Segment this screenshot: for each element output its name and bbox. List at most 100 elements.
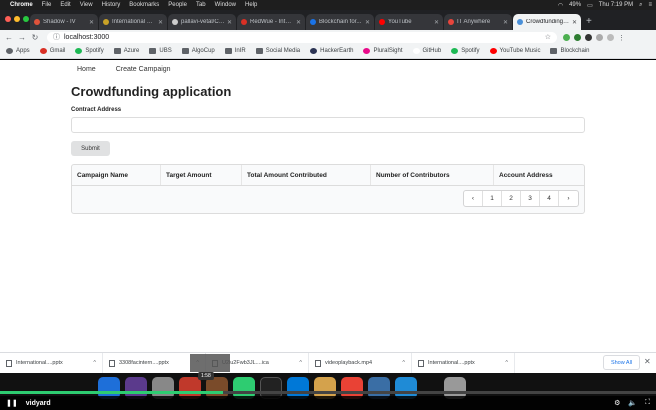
pagination-page-4[interactable]: 4	[540, 191, 559, 206]
extension-icon[interactable]	[596, 33, 603, 41]
nav-home-link[interactable]: Home	[77, 66, 96, 73]
back-icon[interactable]: ←	[4, 33, 14, 42]
tab-close-icon[interactable]: ✕	[365, 19, 370, 26]
search-icon[interactable]: ⌕	[639, 2, 642, 9]
menu-bookmarks[interactable]: Bookmarks	[129, 2, 159, 8]
menu-people[interactable]: People	[168, 2, 187, 8]
col-account-address[interactable]: Account Address	[494, 165, 584, 185]
close-window-button[interactable]	[5, 16, 11, 22]
browser-tab[interactable]: RedWue - Inter... ✕	[237, 14, 305, 30]
chevron-up-icon[interactable]: ^	[93, 360, 96, 366]
menu-tab[interactable]: Tab	[196, 2, 206, 8]
browser-tab[interactable]: Shadow - IV ✕	[30, 14, 98, 30]
pagination-page-1[interactable]: 1	[483, 191, 502, 206]
browser-tab[interactable]: pallavi-vetal/Cro... ✕	[168, 14, 236, 30]
bookmark-item[interactable]: Azure	[113, 48, 139, 54]
pagination-page-3[interactable]: 3	[521, 191, 540, 206]
wifi-icon[interactable]: ◠	[558, 2, 563, 9]
tab-close-icon[interactable]: ✕	[503, 19, 508, 26]
chevron-up-icon[interactable]: ^	[505, 360, 508, 366]
contract-address-label: Contract Address	[71, 107, 122, 113]
bookmark-item[interactable]: Social Media	[255, 48, 300, 54]
pagination-page-2[interactable]: 2	[502, 191, 521, 206]
bookmark-item[interactable]: Gmail	[39, 48, 65, 54]
profile-avatar[interactable]	[607, 33, 614, 41]
submit-button[interactable]: Submit	[71, 141, 110, 156]
menu-history[interactable]: History	[102, 2, 121, 8]
pluralsight-icon	[363, 48, 371, 54]
tab-close-icon[interactable]: ✕	[572, 19, 577, 26]
new-tab-button[interactable]: +	[586, 16, 592, 27]
menu-app[interactable]: Chrome	[10, 2, 33, 8]
bookmark-item[interactable]: AlgoCup	[181, 48, 215, 54]
tab-close-icon[interactable]: ✕	[227, 19, 232, 26]
bookmark-label: YouTube Music	[499, 48, 541, 54]
bookmark-item[interactable]: GitHub	[412, 48, 441, 54]
menu-help[interactable]: Help	[245, 2, 257, 8]
fullscreen-icon[interactable]: ⛶	[645, 399, 650, 407]
chevron-up-icon[interactable]: ^	[402, 360, 405, 366]
bookmark-item[interactable]: Apps	[6, 48, 30, 54]
address-bar[interactable]: ⓘ localhost:3000 ☆	[47, 31, 557, 43]
volume-icon[interactable]: 🔈	[628, 399, 637, 407]
browser-tab[interactable]: YouTube ✕	[375, 14, 443, 30]
tab-close-icon[interactable]: ✕	[434, 19, 439, 26]
bookmark-item[interactable]: Spotify	[451, 48, 480, 54]
tab-close-icon[interactable]: ✕	[89, 19, 94, 26]
col-number-of-contributors[interactable]: Number of Contributors	[371, 165, 494, 185]
bookmark-star-icon[interactable]: ☆	[545, 33, 551, 41]
menubar-clock[interactable]: Thu 7:19 PM	[599, 2, 633, 8]
download-item[interactable]: International....pptx ^	[0, 352, 103, 374]
close-downloads-icon[interactable]: ✕	[644, 357, 651, 366]
contract-address-input[interactable]	[71, 117, 585, 133]
download-item[interactable]: videoplayback.mp4 ^	[309, 352, 412, 374]
bookmark-item[interactable]: YouTube Music	[489, 48, 541, 54]
col-target-amount[interactable]: Target Amount	[161, 165, 242, 185]
menu-list-icon[interactable]: ≡	[648, 2, 652, 8]
minimize-window-button[interactable]	[14, 16, 20, 22]
bookmark-item[interactable]: InIR	[224, 48, 246, 54]
youtube-music-icon	[489, 48, 497, 54]
menu-view[interactable]: View	[80, 2, 93, 8]
download-item[interactable]: International....pptx ^	[412, 352, 515, 374]
bookmark-item[interactable]: Spotify	[75, 48, 104, 54]
extension-icon[interactable]	[585, 33, 592, 41]
pause-icon[interactable]: ❚❚	[6, 399, 18, 407]
forward-icon[interactable]: →	[17, 33, 27, 42]
tab-close-icon[interactable]: ✕	[158, 19, 163, 26]
settings-gear-icon[interactable]: ⚙	[614, 399, 620, 407]
pagination: ‹ 1 2 3 4 ›	[463, 190, 579, 207]
info-icon[interactable]: ⓘ	[53, 32, 60, 42]
file-icon	[6, 359, 12, 367]
bookmark-item[interactable]: HackerEarth	[310, 48, 353, 54]
chevron-up-icon[interactable]: ^	[299, 360, 302, 366]
show-all-downloads-button[interactable]: Show All	[603, 355, 640, 370]
col-campaign-name[interactable]: Campaign Name	[72, 165, 161, 185]
browser-tab[interactable]: IT Anywhere ✕	[444, 14, 512, 30]
pagination-next-icon[interactable]: ›	[559, 191, 578, 206]
bookmark-item[interactable]: Blockchain	[550, 48, 589, 54]
reload-icon[interactable]: ↻	[30, 33, 40, 42]
bookmark-item[interactable]: PluralSight	[363, 48, 403, 54]
bookmark-item[interactable]: UBS	[149, 48, 172, 54]
pagination-prev-icon[interactable]: ‹	[464, 191, 483, 206]
video-progress-fill	[0, 391, 224, 394]
video-progress-bar[interactable]	[0, 391, 656, 394]
battery-percent[interactable]: 49%	[569, 2, 581, 8]
browser-tab[interactable]: Crowdfunding a... ✕	[513, 14, 581, 30]
zoom-window-button[interactable]	[23, 16, 29, 22]
bookmark-label: Apps	[16, 48, 30, 54]
col-total-amount-contributed[interactable]: Total Amount Contributed	[242, 165, 371, 185]
browser-tab[interactable]: International W... ✕	[99, 14, 167, 30]
menu-file[interactable]: File	[42, 2, 52, 8]
menu-edit[interactable]: Edit	[60, 2, 70, 8]
extension-icon[interactable]	[574, 33, 581, 41]
extension-icon[interactable]	[563, 33, 570, 41]
file-icon	[109, 359, 115, 367]
tab-title: RedWue - Inter...	[250, 19, 294, 25]
kebab-menu-icon[interactable]: ⋮	[618, 34, 625, 42]
nav-create-campaign-link[interactable]: Create Campaign	[116, 66, 171, 73]
tab-close-icon[interactable]: ✕	[296, 19, 301, 26]
menu-window[interactable]: Window	[215, 2, 236, 8]
browser-tab[interactable]: Blockchain for... ✕	[306, 14, 374, 30]
